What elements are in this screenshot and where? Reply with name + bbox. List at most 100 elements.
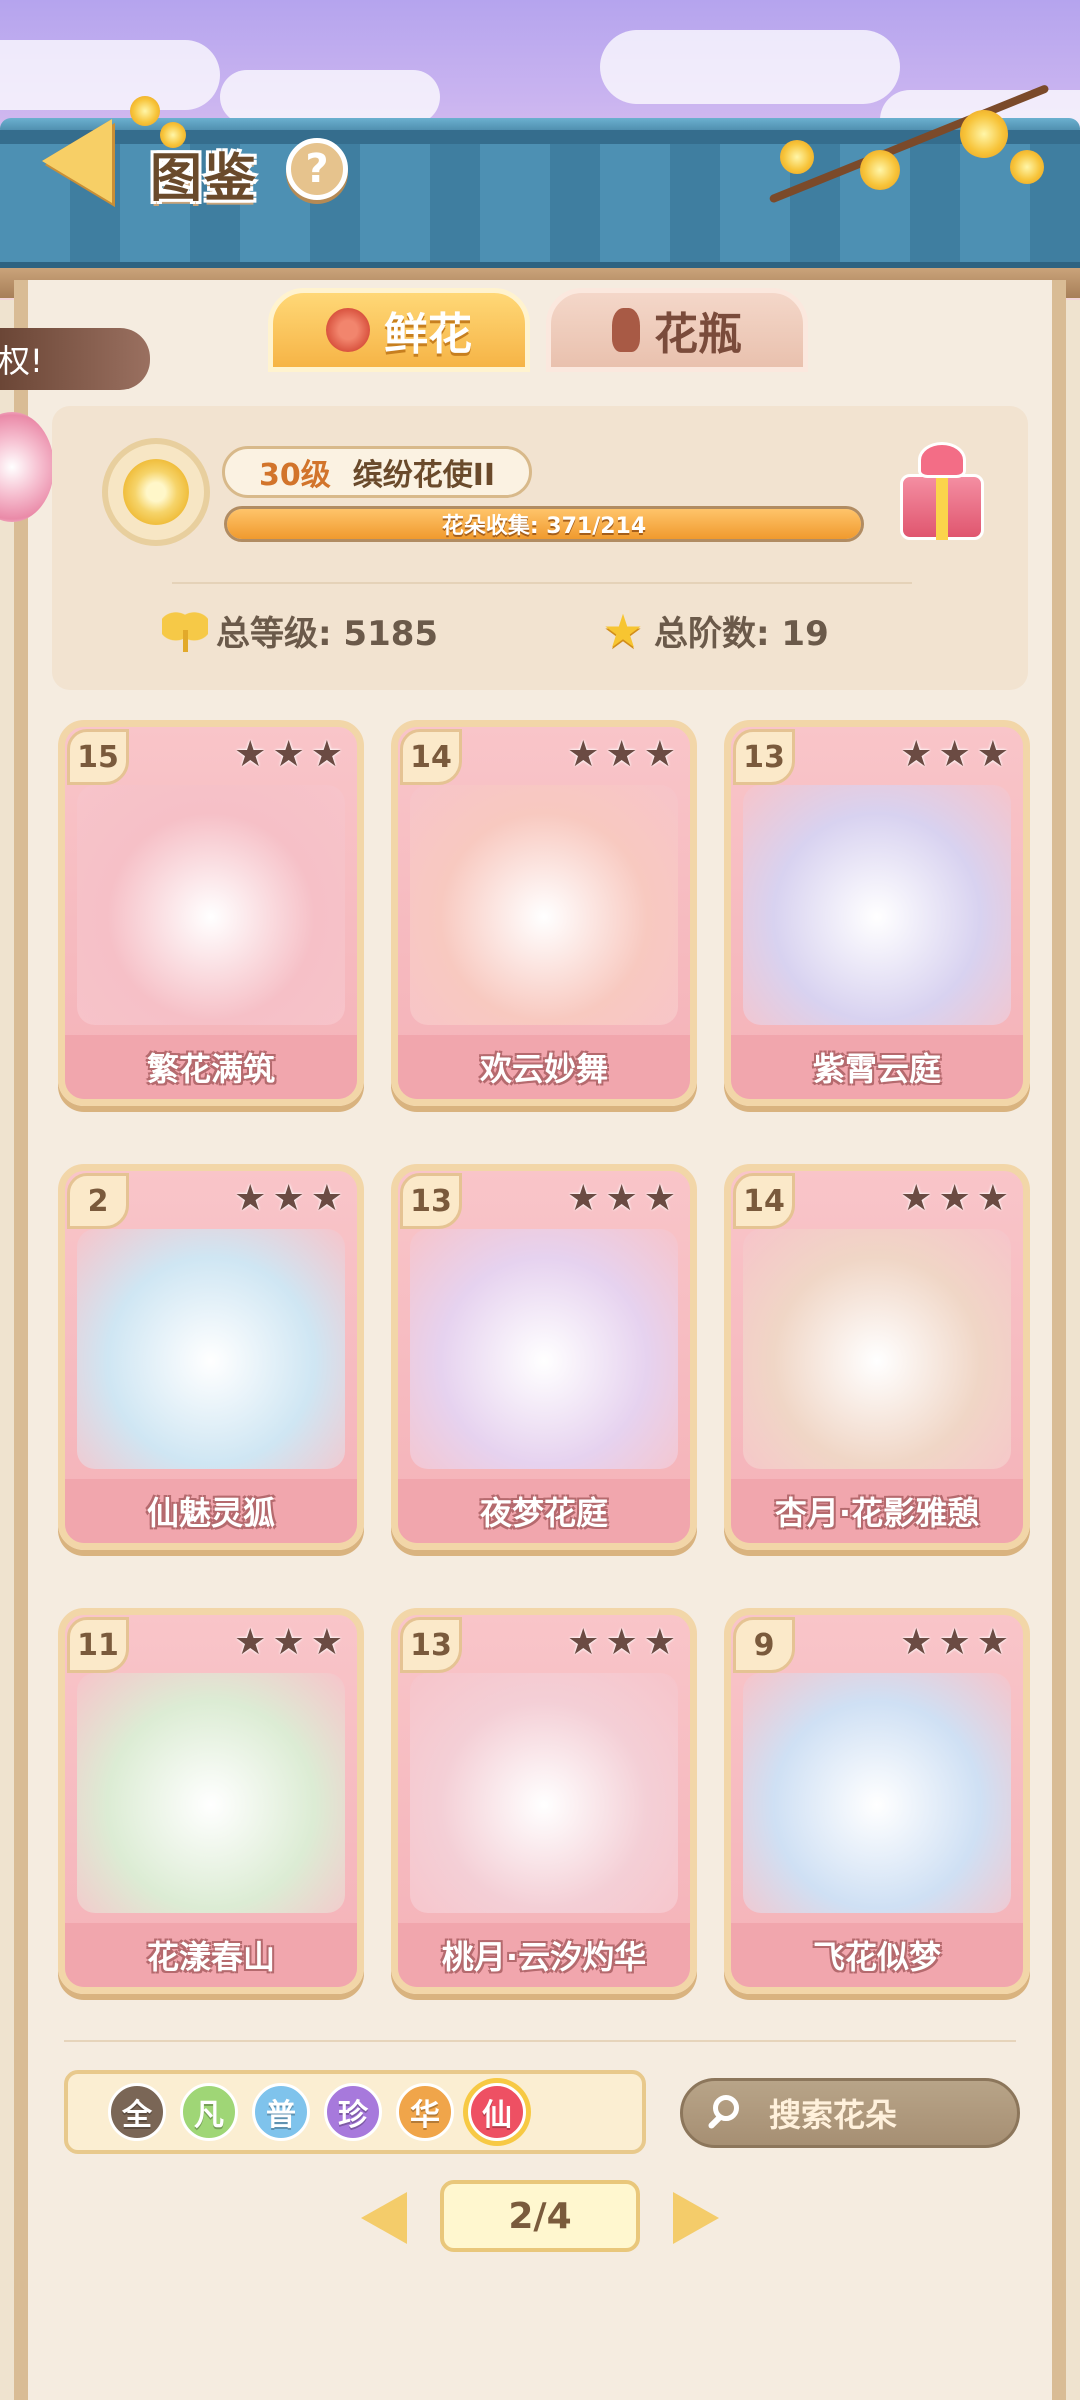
card-star-rating: ★ ★ ★ bbox=[567, 737, 676, 773]
card-name: 繁花满筑 bbox=[65, 1035, 357, 1099]
rarity-filter-button[interactable]: 凡 bbox=[180, 2083, 238, 2141]
search-icon bbox=[705, 2093, 745, 2133]
star-icon: ★ bbox=[234, 1178, 267, 1219]
search-placeholder: 搜索花朵 bbox=[769, 2096, 898, 2134]
player-level: 30级 bbox=[259, 458, 331, 493]
collection-progress-label: 花朵收集: 371/214 bbox=[441, 514, 647, 539]
cloud bbox=[600, 30, 900, 104]
star-icon: ★ bbox=[605, 1178, 638, 1219]
star-icon: ★ bbox=[643, 734, 676, 775]
star-icon: ★ bbox=[310, 1178, 343, 1219]
rarity-filter-button[interactable]: 华 bbox=[396, 2083, 454, 2141]
star-icon: ★ bbox=[643, 1622, 676, 1663]
star-icon: ★ bbox=[567, 734, 600, 775]
card-star-rating: ★ ★ ★ bbox=[234, 737, 343, 773]
flower-card[interactable]: 15 ★ ★ ★ 繁花满筑 bbox=[58, 720, 364, 1106]
tab-label: 鲜花 bbox=[384, 309, 472, 360]
tab-flowers[interactable]: 鲜花 bbox=[268, 288, 530, 372]
flower-card[interactable]: 13 ★ ★ ★ 桃月·云汐灼华 bbox=[391, 1608, 697, 1994]
prev-page-button[interactable] bbox=[342, 2188, 426, 2248]
blossom-icon bbox=[780, 140, 814, 174]
rank-emblem bbox=[102, 438, 210, 546]
total-stage-stat: ★ 总阶数: 19 bbox=[600, 606, 829, 655]
rarity-filter-button[interactable]: 全 bbox=[108, 2083, 166, 2141]
card-level-badge: 9 bbox=[733, 1617, 795, 1673]
card-star-rating: ★ ★ ★ bbox=[567, 1181, 676, 1217]
flower-card-illustration bbox=[77, 785, 345, 1025]
star-icon: ★ bbox=[605, 1622, 638, 1663]
star-icon: ★ bbox=[938, 1622, 971, 1663]
gift-bow bbox=[918, 442, 966, 478]
star-icon: ★ bbox=[900, 1622, 933, 1663]
star-icon: ★ bbox=[272, 1178, 305, 1219]
page-title: 图鉴 bbox=[150, 149, 259, 209]
stats-panel: 30级 缤纷花使II 花朵收集: 371/214 总等级: 5185 ★ 总阶数… bbox=[52, 406, 1028, 690]
blossom-icon bbox=[130, 96, 160, 126]
star-icon: ★ bbox=[976, 1178, 1009, 1219]
star-icon: ★ bbox=[938, 734, 971, 775]
rarity-filter-button[interactable]: 普 bbox=[252, 2083, 310, 2141]
plum-blossom-icon bbox=[123, 459, 189, 525]
flower-card[interactable]: 14 ★ ★ ★ 欢云妙舞 bbox=[391, 720, 697, 1106]
star-icon: ★ bbox=[272, 1622, 305, 1663]
page-indicator: 2/4 bbox=[440, 2180, 640, 2252]
star-icon: ★ bbox=[900, 1178, 933, 1219]
total-stage-label: 总阶数: 19 bbox=[654, 614, 829, 654]
card-name: 紫霄云庭 bbox=[731, 1035, 1023, 1099]
cloud bbox=[0, 40, 220, 110]
star-icon: ★ bbox=[900, 734, 933, 775]
pagination: 2/4 bbox=[0, 2180, 1080, 2256]
gift-box-button[interactable] bbox=[896, 440, 988, 540]
total-level-stat: 总等级: 5185 bbox=[162, 606, 438, 655]
flower-card-illustration bbox=[743, 1229, 1011, 1469]
total-level-label: 总等级: 5185 bbox=[216, 614, 439, 654]
star-icon: ★ bbox=[234, 734, 267, 775]
card-level-badge: 14 bbox=[733, 1173, 795, 1229]
flower-card[interactable]: 13 ★ ★ ★ 夜梦花庭 bbox=[391, 1164, 697, 1550]
flower-card[interactable]: 2 ★ ★ ★ 仙魅灵狐 bbox=[58, 1164, 364, 1550]
privilege-banner-text: 特权! bbox=[0, 342, 43, 380]
card-star-rating: ★ ★ ★ bbox=[900, 1181, 1009, 1217]
card-name: 杏月·花影雅憩 bbox=[731, 1479, 1023, 1543]
flower-card[interactable]: 14 ★ ★ ★ 杏月·花影雅憩 bbox=[724, 1164, 1030, 1550]
gift-ribbon bbox=[936, 474, 948, 540]
card-level-badge: 13 bbox=[400, 1173, 462, 1229]
search-input[interactable]: 搜索花朵 bbox=[680, 2078, 1020, 2148]
star-icon: ★ bbox=[310, 734, 343, 775]
card-star-rating: ★ ★ ★ bbox=[234, 1625, 343, 1661]
star-icon: ★ bbox=[643, 1178, 676, 1219]
blossom-icon bbox=[1010, 150, 1044, 184]
star-icon: ★ bbox=[976, 1622, 1009, 1663]
card-name: 夜梦花庭 bbox=[398, 1479, 690, 1543]
card-name: 花漾春山 bbox=[65, 1923, 357, 1987]
flower-card-illustration bbox=[410, 1229, 678, 1469]
next-page-button[interactable] bbox=[654, 2188, 738, 2248]
rarity-filter-button[interactable]: 珍 bbox=[324, 2083, 382, 2141]
card-level-badge: 2 bbox=[67, 1173, 129, 1229]
card-star-rating: ★ ★ ★ bbox=[234, 1181, 343, 1217]
card-level-badge: 13 bbox=[733, 729, 795, 785]
card-level-badge: 13 bbox=[400, 1617, 462, 1673]
star-icon: ★ bbox=[567, 1178, 600, 1219]
star-icon: ★ bbox=[976, 734, 1009, 775]
vase-icon bbox=[612, 308, 640, 352]
rarity-filter-button[interactable]: 仙 bbox=[468, 2083, 526, 2141]
tab-vases[interactable]: 花瓶 bbox=[546, 288, 808, 372]
privilege-banner[interactable]: 特权! bbox=[0, 328, 150, 390]
sprout-icon bbox=[162, 607, 208, 654]
flower-card[interactable]: 9 ★ ★ ★ 飞花似梦 bbox=[724, 1608, 1030, 1994]
flower-card-illustration bbox=[743, 785, 1011, 1025]
level-badge: 30级 缤纷花使II bbox=[222, 446, 533, 498]
flower-card[interactable]: 13 ★ ★ ★ 紫霄云庭 bbox=[724, 720, 1030, 1106]
flower-card[interactable]: 11 ★ ★ ★ 花漾春山 bbox=[58, 1608, 364, 1994]
card-star-rating: ★ ★ ★ bbox=[900, 1625, 1009, 1661]
divider bbox=[64, 2040, 1016, 2042]
card-name: 仙魅灵狐 bbox=[65, 1479, 357, 1543]
collection-progress-bar: 花朵收集: 371/214 bbox=[224, 506, 864, 542]
rarity-filter-bar: 全凡普珍华仙 bbox=[64, 2070, 646, 2154]
blossom-icon bbox=[860, 150, 900, 190]
star-icon: ★ bbox=[567, 1622, 600, 1663]
back-button[interactable] bbox=[22, 118, 132, 204]
card-name: 欢云妙舞 bbox=[398, 1035, 690, 1099]
help-button[interactable]: ? bbox=[286, 138, 348, 200]
